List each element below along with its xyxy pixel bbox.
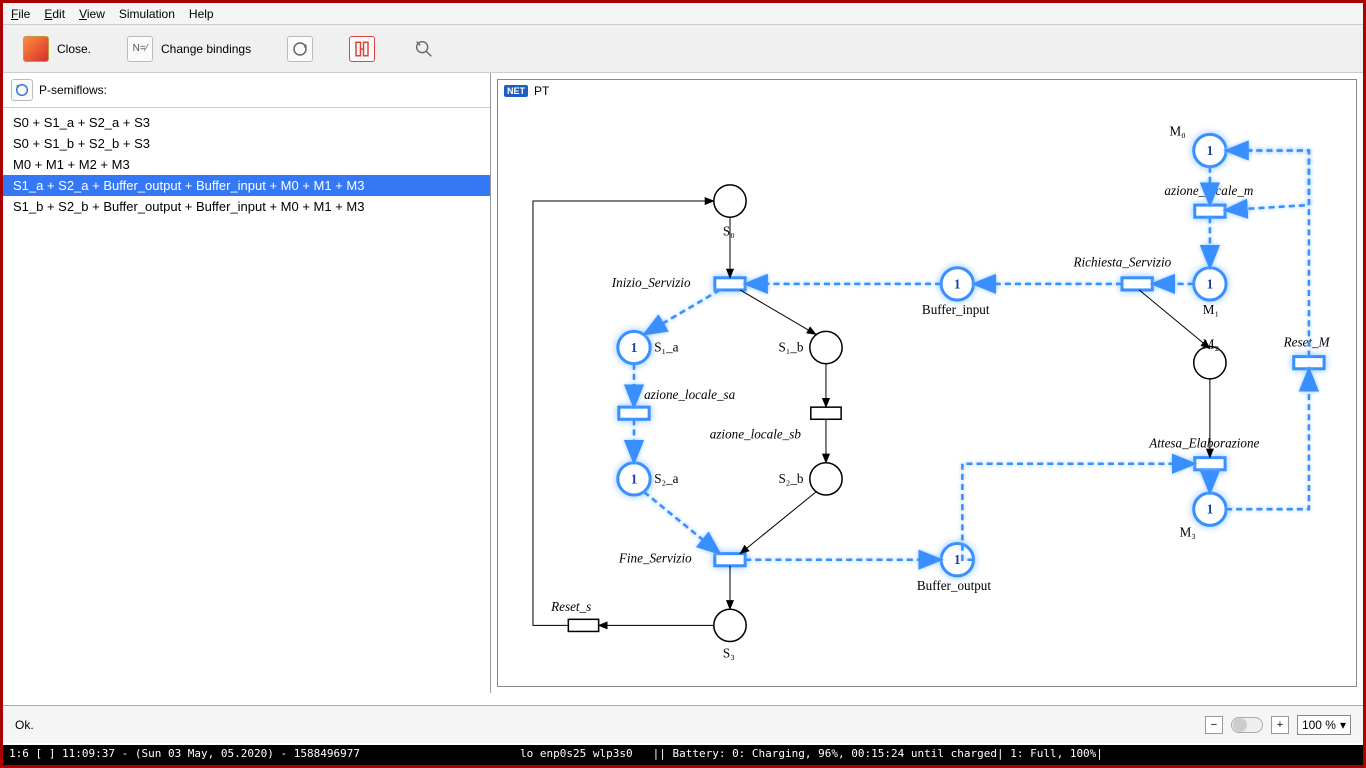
menu-file[interactable]: File: [11, 7, 30, 21]
trans-fine-label: Fine_Servizio: [618, 551, 692, 566]
list-item[interactable]: S1_a + S2_a + Buffer_output + Buffer_inp…: [3, 175, 490, 196]
place-s3-label: S₃: [723, 646, 735, 661]
semiflow-icon: [11, 79, 33, 101]
svg-text:1: 1: [1207, 276, 1214, 291]
canvas-frame[interactable]: NET PT S₀ 1 S₁_a S₁_b 1 S₂_a S₂_b S₃ 1 Buff…: [497, 79, 1357, 687]
place-m0-label: M₀: [1169, 123, 1185, 138]
trans-resetm-label: Reset_M: [1283, 335, 1331, 350]
place-bufin-label: Buffer_input: [922, 302, 990, 317]
zoom-value: 100 %: [1302, 718, 1336, 732]
close-button[interactable]: Close.: [17, 32, 97, 66]
net-badge-icon: NET: [504, 85, 528, 97]
canvas-title: PT: [534, 84, 549, 98]
zoom-out-button[interactable]: −: [1205, 716, 1223, 734]
trans-rich-label: Richiesta_Servizio: [1073, 255, 1172, 270]
semiflow-list[interactable]: S0 + S1_a + S2_a + S3 S0 + S1_b + S2_b +…: [3, 108, 490, 693]
list-item[interactable]: S1_b + S2_b + Buffer_output + Buffer_inp…: [3, 196, 490, 217]
menu-edit[interactable]: Edit: [44, 7, 65, 21]
zoom-controls: − + 100 % ▾: [1205, 715, 1351, 735]
status-bar: Ok. − + 100 % ▾: [3, 705, 1363, 743]
measure-icon: [411, 36, 437, 62]
svg-text:1: 1: [954, 552, 961, 567]
close-icon: [23, 36, 49, 62]
trans-inizio-label: Inizio_Servizio: [611, 275, 691, 290]
trans-resets-label: Reset_s: [550, 599, 591, 614]
svg-text:1: 1: [1207, 502, 1214, 517]
svg-text:1: 1: [631, 340, 638, 355]
toolbar: Close. N=⁄ Change bindings: [3, 25, 1363, 73]
zoom-toggle[interactable]: [1231, 717, 1263, 733]
tool-button-3[interactable]: [405, 32, 443, 66]
trans-attesa-label: Attesa_Elaborazione: [1148, 436, 1259, 451]
zoom-select[interactable]: 100 % ▾: [1297, 715, 1351, 735]
list-item[interactable]: S0 + S1_a + S2_a + S3: [3, 112, 490, 133]
bottombar-right: || Battery: 0: Charging, 96%, 00:15:24 u…: [653, 747, 1103, 763]
list-item[interactable]: M0 + M1 + M2 + M3: [3, 154, 490, 175]
place-m1-label: M₁: [1203, 302, 1219, 317]
left-panel-header: P-semiflows:: [3, 73, 490, 108]
change-bindings-button[interactable]: N=⁄ Change bindings: [121, 32, 257, 66]
place-s1a-label: S₁_a: [654, 340, 678, 355]
chevron-down-icon: ▾: [1340, 718, 1346, 732]
system-bottom-bar: 1:6 [ ] 11:09:37 - (Sun 03 May, 05.2020)…: [3, 745, 1363, 765]
swap-icon: [349, 36, 375, 62]
left-panel: P-semiflows: S0 + S1_a + S2_a + S3 S0 + …: [3, 73, 491, 693]
menu-help[interactable]: Help: [189, 7, 214, 21]
tool-button-1[interactable]: [281, 32, 319, 66]
tool-button-2[interactable]: [343, 32, 381, 66]
menu-sim[interactable]: Simulation: [119, 7, 175, 21]
bottombar-left: 1:6 [ ] 11:09:37 - (Sun 03 May, 05.2020)…: [9, 747, 360, 763]
place-s2b-label: S₂_b: [778, 471, 803, 486]
svg-text:1: 1: [631, 471, 638, 486]
place-m3-label: M₃: [1180, 524, 1196, 539]
list-item[interactable]: S0 + S1_b + S2_b + S3: [3, 133, 490, 154]
place-s2a-label: S₂_a: [654, 471, 678, 486]
bindings-icon: N=⁄: [127, 36, 153, 62]
close-label: Close.: [57, 42, 91, 56]
zoom-in-button[interactable]: +: [1271, 716, 1289, 734]
menu-view[interactable]: View: [79, 7, 105, 21]
petri-net-diagram[interactable]: S₀ 1 S₁_a S₁_b 1 S₂_a S₂_b S₃ 1 Buffer_inpu…: [498, 100, 1356, 686]
place-bufout-label: Buffer_output: [917, 578, 991, 593]
trans-azsb-label: azione_locale_sb: [710, 426, 802, 441]
right-panel: NET PT S₀ 1 S₁_a S₁_b 1 S₂_a S₂_b S₃ 1 Buff…: [491, 73, 1363, 693]
canvas-title-bar: NET PT: [504, 84, 549, 98]
content-area: P-semiflows: S0 + S1_a + S2_a + S3 S0 + …: [3, 73, 1363, 693]
place-s1b-label: S₁_b: [778, 340, 803, 355]
change-bindings-label: Change bindings: [161, 42, 251, 56]
status-text: Ok.: [15, 718, 34, 732]
refresh-icon: [287, 36, 313, 62]
svg-text:1: 1: [1207, 143, 1214, 158]
menubar: File Edit View Simulation Help: [3, 3, 1363, 25]
bottombar-center: lo enp0s25 wlp3s0: [520, 747, 633, 763]
place-m2-label: M₂: [1203, 337, 1219, 352]
place-s0-label: S₀: [723, 223, 735, 238]
left-panel-title: P-semiflows:: [39, 83, 107, 97]
trans-azsa-label: azione_locale_sa: [644, 387, 736, 402]
svg-text:1: 1: [954, 276, 961, 291]
